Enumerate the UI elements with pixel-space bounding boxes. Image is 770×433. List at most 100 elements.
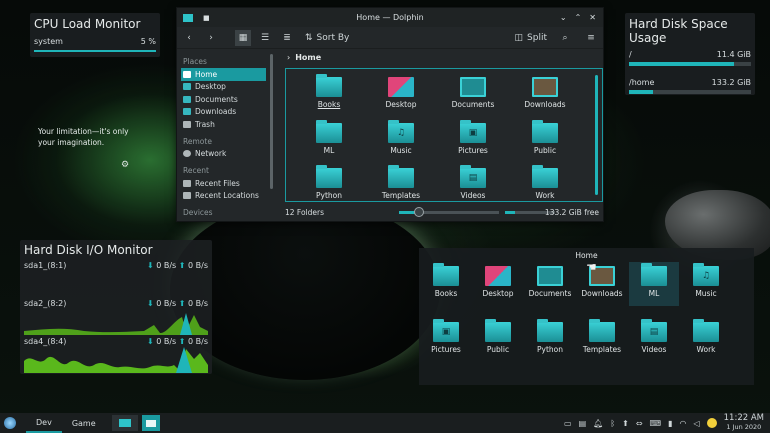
forward-icon[interactable]: ›	[203, 30, 219, 46]
icons-view-icon[interactable]: ▦	[235, 29, 251, 46]
zoom-slider[interactable]	[399, 207, 499, 217]
sidebar-item-downloads[interactable]: Downloads	[181, 106, 266, 119]
notifications-icon[interactable]: 🔔︎	[593, 419, 603, 428]
folder-label: Python	[316, 191, 342, 200]
compact-view-icon[interactable]: ☰	[257, 30, 273, 46]
task-folder-window[interactable]	[141, 415, 160, 431]
desktop-settings-icon[interactable]: ⚙	[121, 160, 129, 170]
sidebar-item-label: Home	[195, 69, 218, 79]
folder-books[interactable]: Books	[294, 74, 364, 109]
sidebar-item-trash[interactable]: Trash	[181, 118, 266, 131]
breadcrumb-home[interactable]: Home	[295, 53, 321, 62]
templates-folder-icon	[388, 165, 414, 188]
display-icon[interactable]: ▭	[564, 419, 572, 428]
launcher-books[interactable]: Books	[421, 263, 471, 298]
close-icon[interactable]: ✕	[589, 13, 596, 22]
sidebar-item-recent-locations[interactable]: Recent Locations	[181, 190, 266, 203]
battery-icon[interactable]: ▮	[668, 419, 672, 428]
sidebar-item-documents[interactable]: Documents	[181, 93, 266, 106]
launcher-templates[interactable]: Templates	[577, 319, 627, 354]
sidebar-item-desktop[interactable]: Desktop	[181, 81, 266, 94]
launcher-public[interactable]: Public	[473, 319, 523, 354]
file-view-scrollbar[interactable]	[595, 75, 598, 195]
folder-documents[interactable]: Documents	[438, 77, 508, 109]
launcher-work[interactable]: Work	[681, 319, 731, 354]
pictures-folder-icon: ▣	[433, 319, 459, 342]
launcher-pictures[interactable]: ▣ Pictures	[421, 319, 471, 354]
breadcrumb[interactable]: › Home	[277, 50, 603, 65]
details-view-icon[interactable]: ≣	[279, 30, 295, 46]
disk-home-label: /home	[629, 78, 655, 87]
menu-icon[interactable]: ≡	[583, 30, 599, 46]
sidebar-scrollbar[interactable]	[270, 54, 273, 189]
dolphin-toolbar: ‹ › ▦ ☰ ≣ ⇅ Sort By ◫ Split ⌕ ≡	[177, 27, 603, 49]
io-read: 0 B/s	[156, 337, 177, 346]
night-color-icon[interactable]	[706, 418, 717, 428]
folder-templates[interactable]: Templates	[366, 165, 436, 200]
network-icon	[183, 150, 191, 158]
io-write: 0 B/s	[188, 261, 208, 270]
launcher-python[interactable]: Python	[525, 319, 575, 354]
usb-icon[interactable]: ⇔	[636, 419, 643, 428]
launcher-ml[interactable]: ML	[629, 262, 679, 306]
devices-section-title: Devices	[183, 208, 213, 217]
desktop-icon	[183, 83, 191, 91]
sidebar-item-home[interactable]: Home	[181, 68, 266, 81]
minimize-icon[interactable]: ⌄	[560, 13, 567, 22]
folder-icon	[433, 263, 459, 286]
launcher-label: Downloads	[581, 289, 623, 298]
keyboard-icon[interactable]: ⌨	[650, 419, 662, 428]
places-panel: Places Home Desktop Documents Downloads …	[177, 50, 273, 221]
sidebar-item-label: Recent Files	[195, 178, 240, 188]
launcher-videos[interactable]: ▤ Videos	[629, 319, 679, 354]
launcher-desktop[interactable]: Desktop	[473, 266, 523, 298]
back-icon[interactable]: ‹	[181, 30, 197, 46]
clock[interactable]: 11:22 AM 1 Jun 2020	[724, 414, 764, 432]
folder-downloads[interactable]: Downloads	[510, 77, 580, 109]
folder-desktop[interactable]: Desktop	[366, 77, 436, 109]
folder-python[interactable]: Python	[294, 165, 364, 200]
launcher-label: Desktop	[482, 289, 514, 298]
task-label: Dev	[36, 417, 52, 427]
launcher-downloads[interactable]: Downloads	[577, 266, 627, 298]
search-icon[interactable]: ⌕	[557, 30, 573, 46]
sidebar-item-network[interactable]: Network	[181, 148, 266, 161]
folder-ml[interactable]: ML	[294, 120, 364, 155]
app-launcher-icon[interactable]	[4, 417, 16, 429]
clipboard-icon[interactable]: ▤	[579, 419, 587, 428]
launcher-documents[interactable]: Documents	[525, 266, 575, 298]
volume-icon[interactable]: ◁	[693, 419, 699, 428]
recent-section-title: Recent	[183, 166, 209, 175]
maximize-icon[interactable]: ⌃	[575, 13, 582, 22]
bluetooth-icon[interactable]: ᛒ	[610, 419, 615, 428]
folder-label: ML	[323, 146, 335, 155]
launcher-label: Public	[486, 345, 510, 354]
folder-work[interactable]: Work	[510, 165, 580, 200]
network-icon[interactable]: ◠	[680, 419, 687, 428]
io-graph-sda2	[24, 313, 208, 335]
io-row-sda2: sda2_(8:2) ⬇ 0 B/s ⬆ 0 B/s	[24, 299, 208, 335]
split-button[interactable]: ◫ Split	[515, 30, 547, 46]
sort-button[interactable]: ⇅ Sort By	[305, 30, 349, 46]
folder-music[interactable]: ♫ Music	[366, 120, 436, 155]
sidebar-item-label: Desktop	[195, 82, 226, 92]
folder-pictures[interactable]: ▣ Pictures	[438, 120, 508, 155]
task-dev[interactable]: Dev	[26, 413, 62, 433]
desktop-note: Your limitation—it's only your imaginati…	[38, 126, 129, 148]
folder-icon	[316, 165, 342, 188]
sidebar-item-recent-files[interactable]: Recent Files	[181, 177, 266, 190]
remote-section-title: Remote	[183, 136, 212, 146]
videos-folder-icon: ▤	[641, 319, 667, 342]
folder-videos[interactable]: ▤ Videos	[438, 165, 508, 200]
zoom-slider-handle[interactable]	[414, 207, 424, 217]
task-game[interactable]: Game	[62, 413, 106, 433]
folder-public[interactable]: Public	[510, 120, 580, 155]
updates-icon[interactable]: ⬆	[622, 419, 629, 428]
folder-label: Books	[317, 100, 341, 109]
file-view: › Home Books Desktop Documents Downloads …	[277, 50, 603, 221]
task-dolphin-window[interactable]	[111, 415, 138, 431]
music-folder-icon: ♫	[388, 120, 414, 143]
dolphin-titlebar[interactable]: ■ Home — Dolphin ⌄ ⌃ ✕	[177, 8, 603, 27]
home-icon	[183, 70, 191, 78]
launcher-music[interactable]: ♫ Music	[681, 263, 731, 298]
